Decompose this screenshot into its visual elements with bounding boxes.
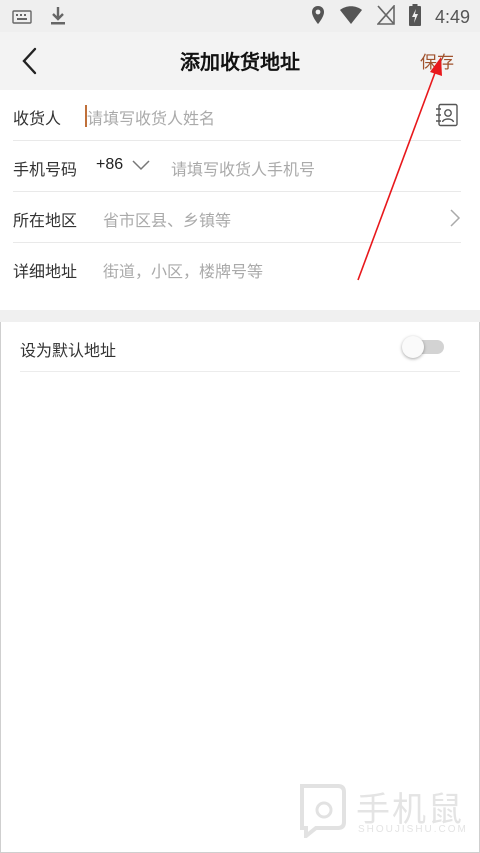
region-selector[interactable]: 省市区县、乡镇等 xyxy=(103,207,231,231)
battery-charging-icon xyxy=(408,4,421,30)
default-address-row: 设为默认地址 xyxy=(20,322,460,372)
save-button[interactable]: 保存 xyxy=(420,48,454,73)
default-address-label: 设为默认地址 xyxy=(20,341,117,360)
wifi-icon xyxy=(339,5,363,29)
download-icon xyxy=(50,6,66,30)
page-title: 添加收货地址 xyxy=(180,50,300,74)
status-bar: 4:49 xyxy=(0,0,480,32)
chevron-right-icon xyxy=(449,208,461,232)
phone-input[interactable]: 请填写收货人手机号 xyxy=(171,156,315,180)
no-sim-icon xyxy=(376,3,395,29)
watermark-logo-icon xyxy=(300,784,346,838)
phone-label: 手机号码 xyxy=(13,160,78,179)
location-icon xyxy=(311,5,325,29)
recipient-label: 收货人 xyxy=(13,109,62,128)
country-code-selector[interactable]: +86 xyxy=(96,156,123,174)
section-divider xyxy=(0,310,480,322)
toggle-knob xyxy=(402,336,424,358)
chevron-down-icon[interactable] xyxy=(131,157,151,176)
status-time: 4:49 xyxy=(434,6,470,27)
watermark: 手机鼠 SHOUJISHU.COM xyxy=(296,782,466,842)
recipient-input[interactable]: 请填写收货人姓名 xyxy=(87,105,215,129)
address-input[interactable]: 街道，小区，楼牌号等 xyxy=(103,258,263,282)
address-label: 详细地址 xyxy=(13,262,78,281)
address-row: 详细地址 街道，小区，楼牌号等 xyxy=(13,243,461,294)
default-address-toggle[interactable] xyxy=(402,336,446,358)
watermark-subtitle: SHOUJISHU.COM xyxy=(358,824,468,835)
top-app-bar: 添加收货地址 保存 xyxy=(0,32,480,90)
region-row[interactable]: 所在地区 省市区县、乡镇等 xyxy=(13,192,461,243)
region-label: 所在地区 xyxy=(13,211,78,230)
recipient-row: 收货人 请填写收货人姓名 xyxy=(13,90,461,141)
keyboard-icon xyxy=(12,9,32,28)
contact-book-icon[interactable] xyxy=(435,103,459,131)
address-form: 收货人 请填写收货人姓名 手机号码 +86 请填写收货人手机号 所在地区 省市区… xyxy=(0,90,480,310)
phone-row: 手机号码 +86 请填写收货人手机号 xyxy=(13,141,461,192)
